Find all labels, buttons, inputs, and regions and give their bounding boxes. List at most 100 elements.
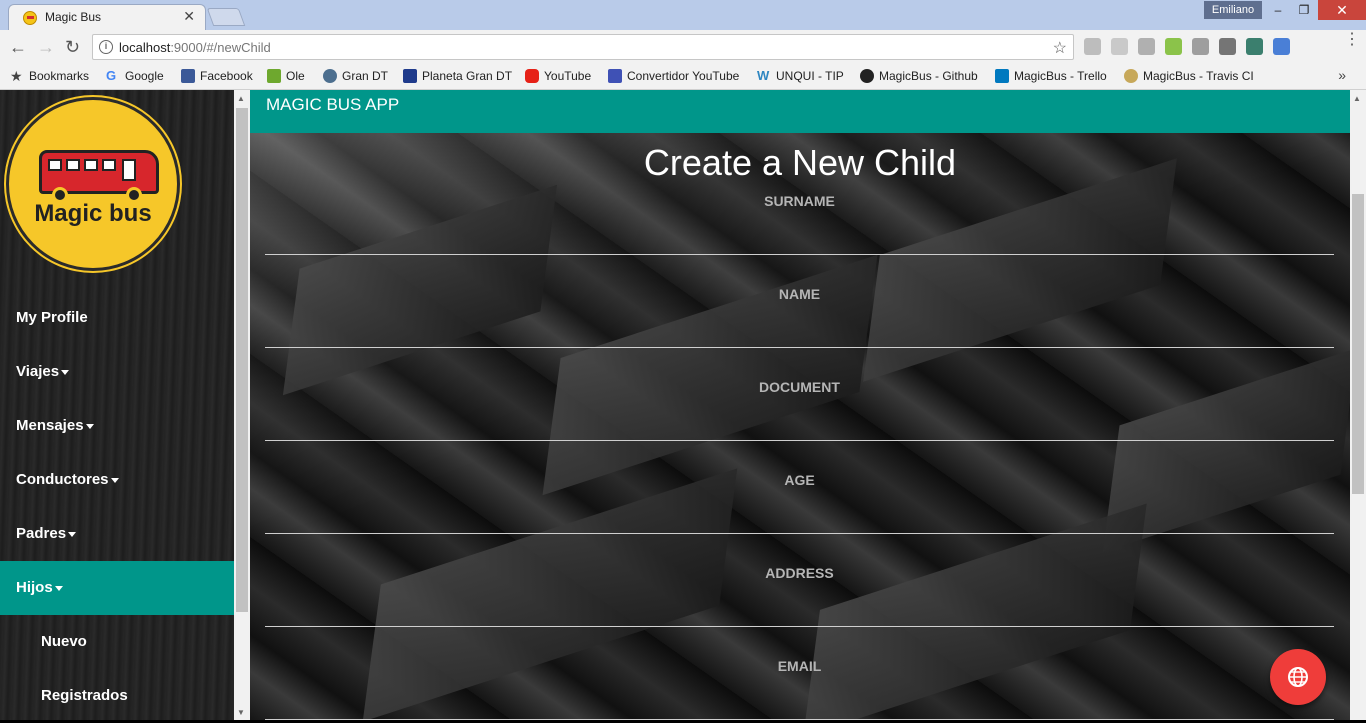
restore-icon[interactable]: ❐	[1292, 2, 1316, 18]
more-bookmarks-icon[interactable]: »	[1338, 67, 1346, 83]
bookmark-item[interactable]: Gran DT	[323, 69, 388, 83]
sidebar-item-label: Conductores	[16, 471, 109, 488]
sidebar-subitem-registrados[interactable]: Registrados	[0, 669, 234, 723]
sidebar: Magic bus My Profile Viajes Mensajes Con…	[0, 90, 234, 720]
unqui-icon: W	[757, 68, 770, 83]
sidebar-item-label: Padres	[16, 525, 67, 542]
sidebar-subitem-nuevo[interactable]: Nuevo	[0, 615, 234, 669]
sidebar-item-label: Viajes	[16, 363, 60, 380]
sync-extension-icon[interactable]	[1246, 38, 1263, 55]
puzzle-extension-icon[interactable]	[1111, 38, 1128, 55]
sidebar-item-label: My Profile	[16, 309, 88, 326]
sidebar-item-label: Registrados	[41, 687, 128, 704]
sidebar-item-hijos[interactable]: Hijos	[0, 561, 234, 615]
sidebar-scrollbar[interactable]: ▲ ▼	[234, 90, 250, 720]
name-label: NAME	[778, 286, 821, 302]
document-field: DOCUMENT	[265, 379, 1334, 472]
surname-field: SURNAME	[265, 193, 1334, 286]
facebook-icon	[181, 69, 195, 83]
new-tab-button[interactable]	[206, 8, 246, 26]
caret-down-icon	[110, 477, 119, 483]
scroll-up-icon[interactable]: ▲	[1353, 94, 1361, 103]
info-icon[interactable]: i	[99, 40, 113, 54]
browser-tab[interactable]: Magic Bus ✕	[8, 4, 206, 30]
bookmark-item[interactable]: Ole	[267, 69, 305, 83]
ole-icon	[267, 69, 281, 83]
minimize-icon[interactable]: –	[1266, 2, 1290, 18]
close-tab-icon[interactable]: ✕	[183, 8, 195, 25]
bookmark-item[interactable]: MagicBus - Github	[860, 69, 978, 83]
magic-bus-logo[interactable]: Magic bus	[6, 97, 180, 271]
sidebar-item-my-profile[interactable]: My Profile	[0, 291, 234, 345]
sidebar-item-padres[interactable]: Padres	[0, 507, 234, 561]
address-input[interactable]	[265, 593, 1334, 627]
email-input[interactable]	[265, 686, 1334, 720]
bookmark-star-icon[interactable]: ☆	[1053, 38, 1067, 58]
bookmarks-bar: ★ Bookmarks G Google Facebook Ole Gran DT …	[0, 64, 1366, 90]
star-icon: ★	[10, 68, 23, 84]
sidebar-item-mensajes[interactable]: Mensajes	[0, 399, 234, 453]
youtube-icon	[525, 69, 539, 83]
page: Magic bus My Profile Viajes Mensajes Con…	[0, 90, 1366, 720]
name-field: NAME	[265, 286, 1334, 379]
bookmark-item[interactable]: YouTube	[525, 69, 591, 83]
app-bar: MAGIC BUS APP	[250, 90, 1350, 133]
new-extension-icon[interactable]	[1165, 38, 1182, 55]
surname-label: SURNAME	[764, 193, 835, 209]
bookmark-item[interactable]: MagicBus - Travis CI	[1124, 69, 1254, 83]
document-input[interactable]	[265, 407, 1334, 441]
name-input[interactable]	[265, 314, 1334, 348]
main-scroll-thumb[interactable]	[1352, 194, 1364, 494]
language-fab-button[interactable]	[1270, 649, 1326, 705]
tab-title: Magic Bus	[45, 10, 102, 24]
window-close-icon[interactable]: ✕	[1318, 0, 1366, 20]
bus-favicon-icon	[23, 11, 37, 25]
github-icon	[860, 69, 874, 83]
bus-icon	[39, 150, 159, 203]
bookmark-item[interactable]: Convertidor YouTube	[608, 69, 739, 83]
age-field: AGE	[265, 472, 1334, 565]
profile-button[interactable]: Emiliano	[1204, 1, 1262, 19]
bookmark-item[interactable]: Facebook	[181, 69, 253, 83]
browser-menu-icon[interactable]: ⋮	[1344, 32, 1360, 48]
sidebar-item-label: Mensajes	[16, 417, 84, 434]
browser-titlebar: Magic Bus ✕ Emiliano – ❐ ✕	[0, 0, 1366, 30]
surname-input[interactable]	[265, 221, 1334, 255]
drive-extension-icon[interactable]	[1084, 38, 1101, 55]
age-label: AGE	[784, 472, 815, 488]
url-text: localhost:9000/#/newChild	[119, 40, 271, 55]
caret-down-icon	[85, 423, 94, 429]
bookmark-item[interactable]: W UNQUI - TIP	[757, 68, 844, 84]
bookmark-item[interactable]: Planeta Gran DT	[403, 69, 512, 83]
travis-icon	[1124, 69, 1138, 83]
back-icon[interactable]: ←	[9, 37, 27, 57]
browser-toolbar: ← → ↻ i localhost:9000/#/newChild ☆ ⋮	[0, 30, 1366, 64]
reload-icon[interactable]: ↻	[65, 37, 80, 57]
extension-icons	[1084, 38, 1290, 55]
sidebar-item-conductores[interactable]: Conductores	[0, 453, 234, 507]
news-extension-icon[interactable]	[1219, 38, 1236, 55]
dropbox-extension-icon[interactable]	[1192, 38, 1209, 55]
sidebar-item-viajes[interactable]: Viajes	[0, 345, 234, 399]
address-bar[interactable]: i localhost:9000/#/newChild ☆	[92, 34, 1074, 60]
translate-extension-icon[interactable]	[1273, 38, 1290, 55]
email-field: EMAIL	[265, 658, 1334, 720]
caret-down-icon	[61, 369, 70, 375]
lock-extension-icon[interactable]	[1138, 38, 1155, 55]
bookmark-item[interactable]: MagicBus - Trello	[995, 69, 1107, 83]
globe-icon	[1288, 667, 1308, 687]
logo-text: Magic bus	[34, 200, 152, 227]
sidebar-item-label: Hijos	[16, 579, 53, 596]
sidebar-scroll-thumb[interactable]	[236, 108, 248, 612]
caret-down-icon	[68, 531, 77, 537]
scroll-down-icon[interactable]: ▼	[237, 708, 245, 717]
google-icon: G	[106, 68, 117, 83]
bookmark-item[interactable]: G Google	[106, 68, 164, 84]
convertidor-icon	[608, 69, 622, 83]
age-input[interactable]	[265, 500, 1334, 534]
scroll-up-icon[interactable]: ▲	[237, 94, 245, 103]
main-scrollbar[interactable]: ▲	[1350, 90, 1366, 720]
forward-icon[interactable]: →	[37, 37, 55, 57]
bookmark-item[interactable]: ★ Bookmarks	[10, 69, 89, 83]
planeta-icon	[403, 69, 417, 83]
